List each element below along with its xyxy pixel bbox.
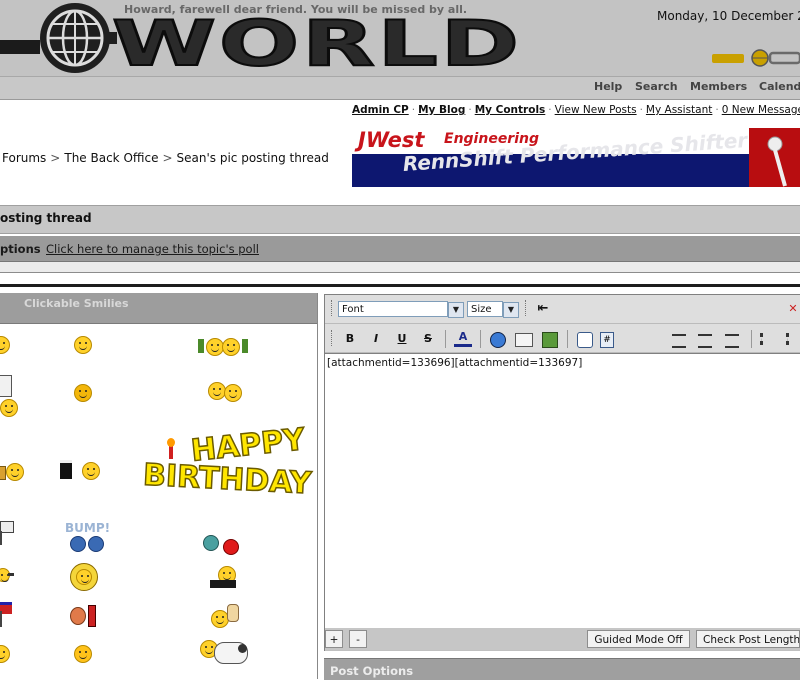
bold-button[interactable]: B — [341, 330, 359, 348]
message-textarea[interactable] — [325, 353, 800, 629]
check-post-length-button[interactable]: Check Post Length — [696, 630, 800, 648]
separator-dot: · — [639, 104, 643, 116]
font-select[interactable]: Font — [338, 301, 448, 317]
smiley-sign-icon[interactable] — [0, 375, 12, 397]
smiley-gun-icon[interactable] — [0, 568, 14, 584]
happy-birthday-icon[interactable]: HAPPY BIRTHDAY — [141, 421, 312, 505]
smiley-bump-icon[interactable] — [70, 536, 106, 552]
nav-calendar[interactable]: Calend — [759, 80, 800, 93]
align-right-icon[interactable] — [725, 334, 739, 348]
breadcrumb-current-thread[interactable]: Sean's pic posting thread — [177, 151, 329, 165]
nav-members[interactable]: Members — [690, 80, 747, 93]
smiley-blonde-icon[interactable] — [68, 563, 100, 591]
site-tagline: Howard, farewell dear friend. You will b… — [124, 3, 468, 16]
strikethrough-button[interactable]: S — [419, 330, 437, 348]
separator-dot: · — [468, 104, 472, 116]
birthday-line2: BIRTHDAY — [141, 457, 313, 502]
toolbar-separator — [567, 330, 568, 348]
breadcrumb-separator: > — [162, 151, 173, 165]
shifter-knob-icon — [767, 136, 787, 187]
code-icon[interactable]: # — [600, 332, 614, 348]
smiley-thermometer-icon[interactable] — [70, 605, 98, 627]
breadcrumb: Forums > The Back Office > Sean's pic postin… — [2, 151, 329, 165]
smiley-grin-icon[interactable] — [74, 336, 92, 354]
toolbar-separator — [445, 330, 446, 348]
manage-poll-link[interactable]: Click here to manage this topic's poll — [46, 242, 259, 256]
shrink-editor-button[interactable]: - — [349, 630, 367, 648]
smiley-ball-icon[interactable] — [203, 533, 239, 555]
smiley-cheers-icon[interactable] — [198, 337, 248, 357]
link-my-assistant[interactable]: My Assistant — [646, 104, 712, 116]
nav-help[interactable]: Help — [594, 80, 622, 93]
underline-button[interactable]: U — [393, 330, 411, 348]
breadcrumb-forums[interactable]: Forums — [2, 151, 46, 165]
post-options-label: Post Options — [330, 664, 414, 678]
smiley-flag-icon[interactable] — [0, 602, 14, 630]
link-admin-cp[interactable]: Admin CP — [352, 104, 409, 116]
banner-brand: JWest — [358, 128, 425, 152]
link-my-blog[interactable]: My Blog — [418, 104, 465, 116]
size-dropdown-chevron-icon[interactable]: ▼ — [503, 302, 519, 318]
logo-text: WORLD — [112, 7, 522, 76]
divider-line — [0, 284, 800, 287]
separator-dot: · — [715, 104, 719, 116]
ordered-list-icon[interactable] — [760, 333, 777, 345]
link-new-messages[interactable]: 0 New Message — [722, 104, 800, 116]
breadcrumb-back-office[interactable]: The Back Office — [64, 151, 158, 165]
bump-label: BUMP! — [65, 521, 111, 535]
smiley-angry-icon[interactable] — [74, 384, 92, 402]
toolbar-separator — [751, 330, 752, 348]
user-links: Admin CP · My Blog · My Controls · View New Po… — [352, 104, 800, 116]
smiley-hug-icon[interactable] — [206, 380, 242, 406]
message-content: [attachmentid=133696][attachmentid=13369… — [327, 357, 583, 369]
text-color-icon[interactable]: A — [454, 330, 472, 347]
divider-strip — [0, 262, 800, 273]
quote-icon[interactable] — [577, 332, 593, 348]
toolbar-grip[interactable] — [331, 300, 334, 316]
insert-link-icon[interactable] — [490, 332, 506, 348]
smiley-icon[interactable] — [0, 399, 18, 417]
expand-editor-button[interactable]: + — [325, 630, 343, 648]
insert-email-icon[interactable] — [515, 333, 533, 347]
bullet-list-icon[interactable] — [786, 333, 800, 345]
thread-title-bar — [0, 205, 800, 234]
insert-image-icon[interactable] — [542, 332, 558, 348]
link-view-new-posts[interactable]: View New Posts — [555, 104, 637, 116]
toolbar-grip[interactable] — [331, 330, 334, 346]
remove-format-icon[interactable]: ⇤ — [534, 300, 552, 318]
header-nav-bar — [0, 76, 800, 100]
link-my-controls[interactable]: My Controls — [475, 104, 546, 116]
close-editor-icon[interactable]: ✕ — [784, 300, 800, 318]
align-center-icon[interactable] — [698, 334, 712, 348]
banner-shifter-image — [749, 128, 800, 187]
smiley-guinness-icon[interactable] — [60, 458, 100, 482]
smiley-reading-icon[interactable] — [210, 566, 240, 590]
banner-ad[interactable]: JWest Engineering RennShift Performance … — [352, 128, 800, 187]
thread-title: osting thread — [0, 211, 92, 225]
smiley-sheep-icon[interactable] — [200, 638, 248, 668]
smilies-title: Clickable Smilies — [24, 297, 129, 310]
topic-options-label[interactable]: ptions — [0, 242, 41, 256]
guided-mode-button[interactable]: Guided Mode Off — [587, 630, 690, 648]
italic-button[interactable]: I — [367, 330, 385, 348]
smiley-beer-icon[interactable] — [0, 462, 26, 482]
size-select[interactable]: Size — [467, 301, 503, 317]
smiley-cool-icon[interactable] — [209, 602, 239, 630]
breadcrumb-separator: > — [50, 151, 61, 165]
smiley-sign-yes-icon[interactable] — [0, 521, 14, 547]
mini-logo — [712, 49, 800, 67]
smiley-laugh-icon[interactable] — [74, 645, 92, 663]
current-date: Monday, 10 December 20 — [657, 9, 800, 23]
font-dropdown-chevron-icon[interactable]: ▼ — [448, 302, 464, 318]
toolbar-separator — [480, 330, 481, 348]
separator-dot: · — [411, 104, 416, 116]
nav-search[interactable]: Search — [635, 80, 678, 93]
separator-dot: · — [548, 104, 552, 116]
align-left-icon[interactable] — [672, 334, 686, 348]
toolbar-grip — [525, 300, 528, 316]
